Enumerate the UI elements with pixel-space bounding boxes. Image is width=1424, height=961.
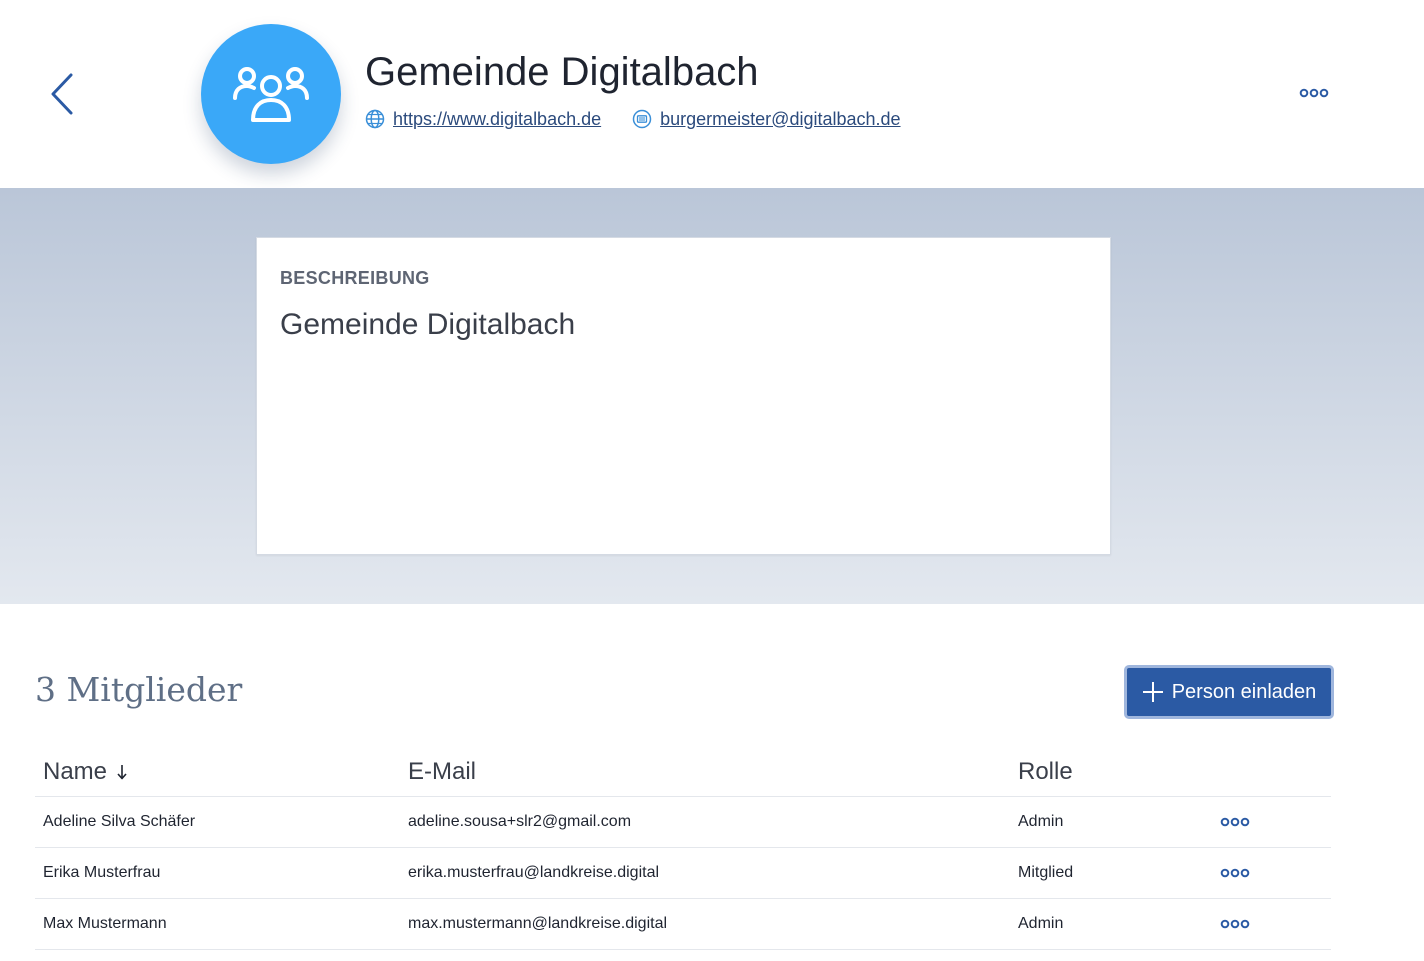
member-role: Admin bbox=[1018, 915, 1064, 932]
arrow-down-icon bbox=[115, 763, 129, 781]
member-role: Mitglied bbox=[1018, 864, 1074, 881]
member-email: adeline.sousa+slr2@gmail.com bbox=[408, 813, 632, 830]
member-name: Erika Musterfrau bbox=[43, 864, 161, 881]
mail-icon bbox=[632, 109, 652, 129]
chevron-left-icon bbox=[51, 73, 73, 115]
members-count-title: 3 Mitglieder bbox=[35, 670, 243, 709]
column-header-role[interactable]: Rolle bbox=[1018, 758, 1073, 786]
plus-icon bbox=[1142, 681, 1164, 703]
member-role: Admin bbox=[1018, 813, 1064, 830]
table-row: Adeline Silva Schäfer adeline.sousa+slr2… bbox=[35, 797, 1331, 848]
more-horizontal-icon bbox=[1220, 817, 1250, 827]
description-text: Gemeinde Digitalbach bbox=[280, 308, 576, 341]
table-row: Erika Musterfrau erika.musterfrau@landkr… bbox=[35, 848, 1331, 899]
email-item: burgermeister@digitalbach.de bbox=[632, 109, 901, 130]
globe-icon bbox=[365, 109, 385, 129]
row-more-button[interactable] bbox=[1215, 811, 1255, 833]
row-more-button[interactable] bbox=[1215, 862, 1255, 884]
back-button[interactable] bbox=[40, 68, 84, 120]
description-card: BESCHREIBUNG Gemeinde Digitalbach bbox=[256, 237, 1111, 555]
more-options-button[interactable] bbox=[1294, 80, 1334, 106]
row-more-button[interactable] bbox=[1215, 913, 1255, 935]
contact-info: https://www.digitalbach.de burgermeister… bbox=[365, 106, 901, 132]
invite-person-button[interactable]: Person einladen bbox=[1124, 665, 1334, 719]
more-horizontal-icon bbox=[1220, 868, 1250, 878]
member-email: erika.musterfrau@landkreise.digital bbox=[408, 864, 660, 881]
group-header: Gemeinde Digitalbach https://www.digital… bbox=[0, 0, 1424, 188]
members-table: Name E-Mail Rolle Adeline Silva Schäfer … bbox=[35, 746, 1331, 950]
member-email: max.mustermann@landkreise.digital bbox=[408, 915, 668, 932]
group-icon bbox=[233, 67, 309, 122]
email-link[interactable]: burgermeister@digitalbach.de bbox=[660, 109, 900, 130]
column-header-name[interactable]: Name bbox=[43, 758, 129, 786]
column-header-email[interactable]: E-Mail bbox=[408, 758, 476, 786]
more-horizontal-icon bbox=[1220, 919, 1250, 929]
column-header-name-label: Name bbox=[43, 758, 108, 785]
member-name: Adeline Silva Schäfer bbox=[43, 813, 196, 830]
more-horizontal-icon bbox=[1299, 88, 1329, 98]
page-title: Gemeinde Digitalbach bbox=[365, 50, 759, 94]
table-header: Name E-Mail Rolle bbox=[35, 746, 1331, 797]
invite-person-label: Person einladen bbox=[1171, 680, 1317, 703]
website-link[interactable]: https://www.digitalbach.de bbox=[393, 109, 601, 130]
description-label: BESCHREIBUNG bbox=[280, 268, 430, 288]
website-item: https://www.digitalbach.de bbox=[365, 109, 601, 130]
member-name: Max Mustermann bbox=[43, 915, 167, 932]
group-avatar bbox=[201, 24, 341, 164]
table-row: Max Mustermann max.mustermann@landkreise… bbox=[35, 899, 1331, 950]
